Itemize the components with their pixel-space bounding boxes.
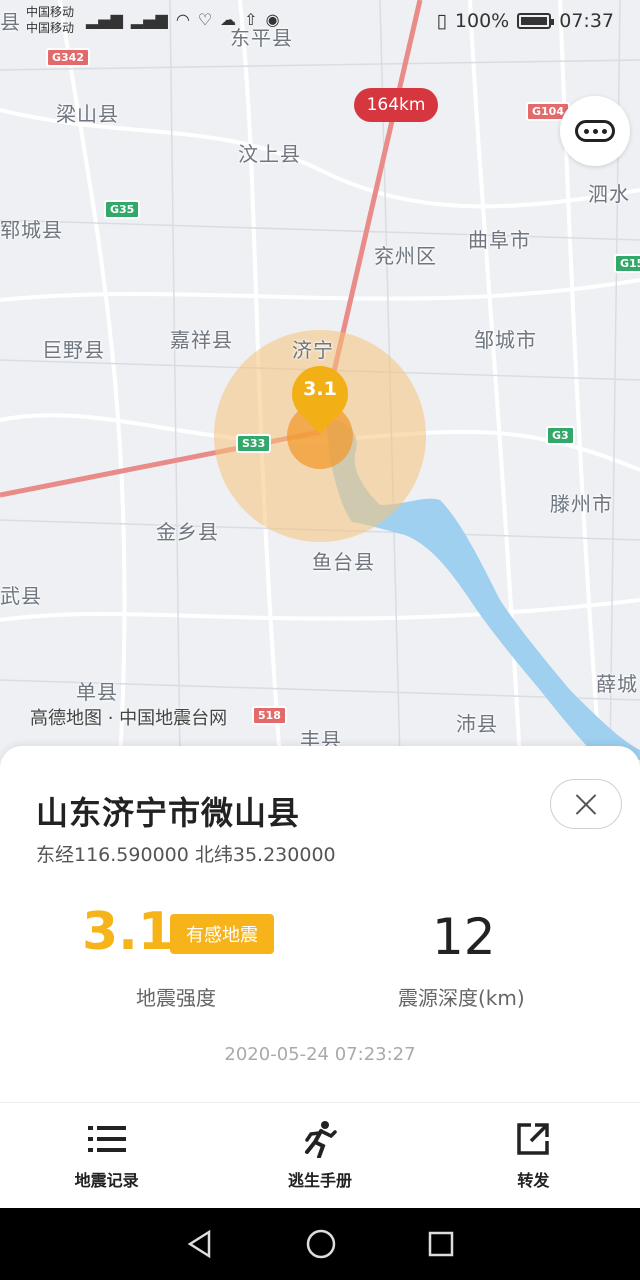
vibrate-icon: ▯ (436, 10, 447, 32)
map-label-jinxiang: 金乡县 (156, 520, 219, 544)
nav-share[interactable]: 转发 (427, 1104, 640, 1208)
clock: 07:37 (559, 10, 614, 32)
back-triangle-icon (187, 1229, 211, 1259)
road-shield-s33: S33 (236, 434, 272, 453)
road-shield-g35: G35 (104, 200, 141, 219)
nav-escape-label: 逃生手册 (287, 1171, 352, 1190)
upload-icon: ⇧ (244, 10, 258, 29)
signal-icon: ▂▄▆ (86, 10, 123, 29)
map-label-liangshan: 梁山县 (56, 102, 119, 126)
map-label-tengzhou: 滕州市 (550, 492, 613, 516)
home-circle-icon (306, 1229, 336, 1259)
map-label-jining: 济宁 (292, 338, 334, 362)
earthquake-info-sheet: 山东济宁市微山县 东经116.590000 北纬35.230000 3.1 有感… (0, 746, 640, 1208)
depth-label: 震源深度(km) (398, 986, 525, 1010)
coordinates: 东经116.590000 北纬35.230000 (36, 844, 336, 866)
battery-icon (517, 13, 555, 29)
recents-button[interactable] (427, 1230, 455, 1258)
felt-earthquake-badge: 有感地震 (170, 914, 274, 954)
map-label-jiaxiang: 嘉祥县 (170, 328, 233, 352)
wifi-icon: ◠ (175, 10, 190, 29)
nav-share-label: 转发 (517, 1171, 550, 1190)
battery-percent: 100% (454, 10, 510, 32)
close-button[interactable] (550, 779, 622, 829)
map-label-chengwu: 武县 (0, 584, 42, 608)
road-shield-g15: G15 (614, 254, 640, 273)
carrier-info: 中国移动 中国移动 (26, 4, 74, 36)
map-label-pei: 沛县 (456, 712, 498, 736)
signal-icon: ▂▄▆ (130, 10, 168, 29)
eye-icon: ◉ (265, 10, 280, 29)
map-label-juye: 巨野县 (42, 338, 105, 362)
status-bar: 中国移动 中国移动 ▂▄▆ ▂▄▆ ◠ ♡ ☁ ⇧ ◉ ▯ 100% 07:37 (0, 0, 640, 44)
magnitude-value: 3.1 (82, 902, 175, 962)
map-view[interactable]: 县 东平县 梁山县 汶上县 郓城县 兖州区 曲阜市 泗水 嘉祥县 济宁 巨野县 … (0, 0, 640, 760)
heart-icon: ♡ (197, 10, 213, 29)
back-button[interactable] (185, 1229, 215, 1259)
nav-records-label: 地震记录 (74, 1171, 139, 1190)
map-label-sishui: 泗水 (588, 182, 630, 206)
cloud-icon: ☁ (220, 10, 237, 29)
nav-escape-guide[interactable]: 逃生手册 (213, 1104, 426, 1208)
map-label-zoucheng: 邹城市 (474, 328, 537, 352)
map-label-shan: 单县 (76, 680, 118, 704)
event-timestamp: 2020-05-24 07:23:27 (224, 1044, 416, 1065)
home-button[interactable] (305, 1228, 337, 1260)
marker-magnitude: 3.1 (303, 378, 337, 400)
distance-label: 164km (354, 88, 438, 122)
epicenter-marker[interactable]: 3.1 (280, 354, 360, 436)
magnitude-label: 地震强度 (136, 986, 216, 1010)
road-shield-g3: G3 (546, 426, 575, 445)
system-navigation-bar (0, 1208, 640, 1280)
carrier-1: 中国移动 (26, 5, 75, 19)
recents-square-icon (428, 1231, 454, 1257)
map-label-yutai: 鱼台县 (312, 550, 375, 574)
road-shield-g342: G342 (46, 48, 90, 67)
location-title: 山东济宁市微山县 (36, 794, 301, 832)
status-right: ▯ 100% 07:37 (436, 10, 614, 32)
map-label-xue: 薛城 (596, 672, 638, 696)
depth-value: 12 (432, 908, 496, 966)
more-dots-icon (575, 120, 615, 142)
close-icon (575, 793, 597, 815)
map-attribution: 高德地图 · 中国地震台网 (30, 708, 228, 729)
share-icon (513, 1121, 553, 1157)
map-label-yanzhou: 兖州区 (374, 244, 437, 268)
carrier-2: 中国移动 (26, 21, 75, 35)
bottom-nav: 地震记录 逃生手册 转发 (0, 1104, 640, 1208)
running-person-icon (300, 1121, 340, 1158)
map-label-yuncheng: 郓城县 (0, 218, 63, 242)
road-shield-518: 518 (252, 706, 287, 725)
map-label-qufu: 曲阜市 (468, 228, 531, 252)
list-icon (87, 1121, 127, 1157)
divider (0, 1102, 640, 1103)
status-icons: ▂▄▆ ▂▄▆ ◠ ♡ ☁ ⇧ ◉ (86, 10, 280, 29)
nav-records[interactable]: 地震记录 (0, 1104, 213, 1208)
more-options-button[interactable] (560, 96, 630, 166)
map-label-wenshang: 汶上县 (238, 142, 301, 166)
